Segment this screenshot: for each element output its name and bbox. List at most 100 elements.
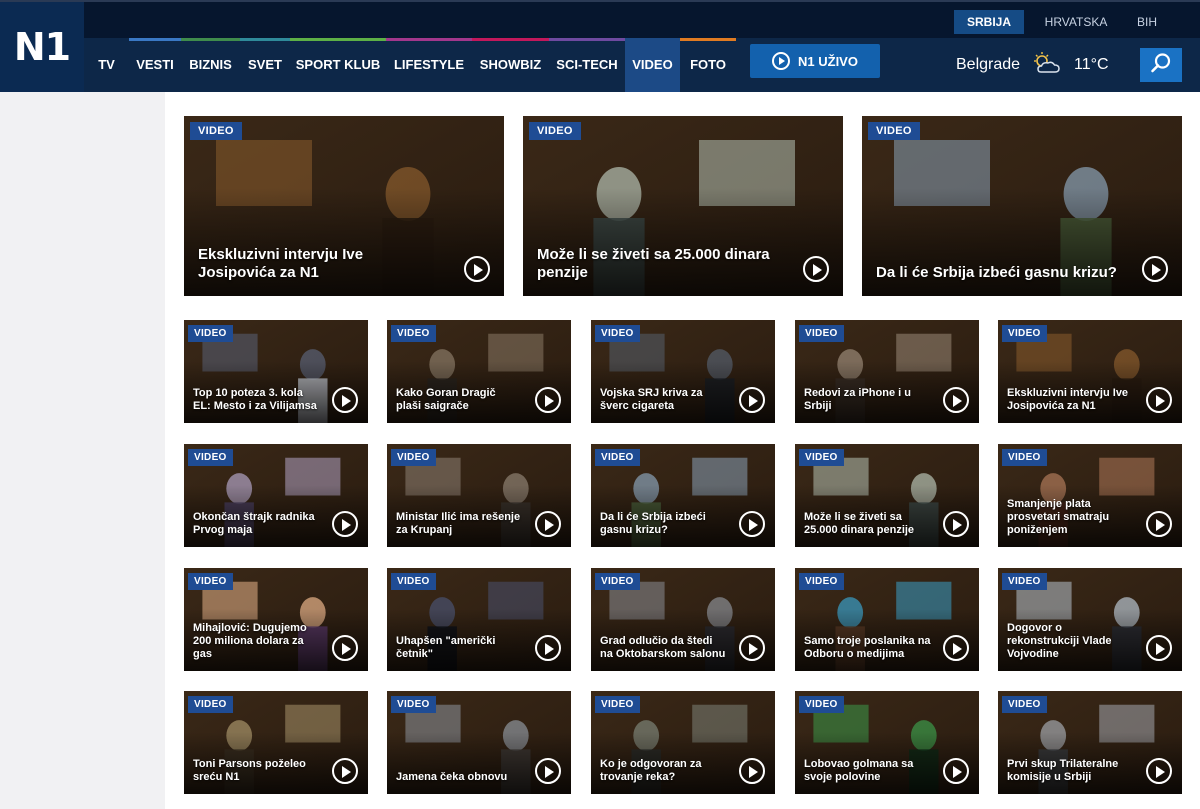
play-icon[interactable]: [535, 387, 561, 413]
search-button[interactable]: [1140, 48, 1182, 82]
video-badge: VIDEO: [1002, 573, 1047, 590]
region-tab-hrvatska[interactable]: HRVATSKA: [1034, 10, 1118, 34]
video-badge: VIDEO: [1002, 696, 1047, 713]
video-card[interactable]: VIDEO Dogovor o rekonstrukciji Vlade Vojv…: [998, 568, 1182, 671]
play-icon[interactable]: [332, 635, 358, 661]
video-card[interactable]: VIDEO Okončan štrajk radnika Prvog maja: [184, 444, 368, 547]
region-tab-bih[interactable]: BIH: [1124, 10, 1170, 34]
nav-color-bar: [84, 38, 129, 41]
video-title[interactable]: Ministar Ilić ima rešenje za Krupanj: [396, 511, 523, 537]
play-icon[interactable]: [464, 256, 490, 282]
video-card[interactable]: VIDEO Prvi skup Trilateralne komisije u S…: [998, 691, 1182, 794]
video-card[interactable]: VIDEO Redovi za iPhone i u Srbiji: [795, 320, 979, 423]
video-card[interactable]: VIDEO Ko je odgovoran za trovanje reka?: [591, 691, 775, 794]
search-icon: [1150, 52, 1172, 79]
nav-item-sport-klub[interactable]: SPORT KLUB: [290, 38, 386, 92]
video-title[interactable]: Samo troje poslanika na Odboru o medijim…: [804, 635, 931, 661]
play-icon[interactable]: [1146, 511, 1172, 537]
video-badge: VIDEO: [188, 696, 233, 713]
video-title[interactable]: Prvi skup Trilateralne komisije u Srbiji: [1007, 758, 1134, 784]
video-badge: VIDEO: [529, 122, 581, 140]
video-card[interactable]: VIDEO Kako Goran Dragič plaši saigrače: [387, 320, 571, 423]
nav-item-lifestyle[interactable]: LIFESTYLE: [386, 38, 472, 92]
video-card[interactable]: VIDEO Vojska SRJ kriva za šverc cigareta: [591, 320, 775, 423]
video-title[interactable]: Da li će Srbija izbeći gasnu krizu?: [876, 264, 1122, 282]
video-title[interactable]: Uhapšen "američki četnik": [396, 635, 523, 661]
video-title[interactable]: Lobovao golmana sa svoje polovine: [804, 758, 931, 784]
nav-item-foto[interactable]: FOTO: [680, 38, 736, 92]
video-title[interactable]: Može li se živeti sa 25.000 dinara penzi…: [537, 246, 783, 282]
video-card[interactable]: VIDEO Grad odlučio da štedi na Oktobarsko…: [591, 568, 775, 671]
play-icon[interactable]: [739, 758, 765, 784]
video-card[interactable]: VIDEO Da li će Srbija izbeći gasnu krizu?: [591, 444, 775, 547]
play-icon[interactable]: [535, 511, 561, 537]
play-icon[interactable]: [943, 387, 969, 413]
video-card[interactable]: VIDEO Smanjenje plata prosvetari smatraju…: [998, 444, 1182, 547]
featured-video-card[interactable]: VIDEO Ekskluzivni intervju Ive Josipovića…: [184, 116, 504, 296]
nav-color-bar: [181, 38, 240, 41]
nav-item-vesti[interactable]: VESTI: [129, 38, 181, 92]
region-tab-srbija[interactable]: SRBIJA: [954, 10, 1024, 34]
video-title[interactable]: Okončan štrajk radnika Prvog maja: [193, 511, 320, 537]
video-badge: VIDEO: [799, 696, 844, 713]
play-icon[interactable]: [943, 758, 969, 784]
nav-item-tv[interactable]: TV: [84, 38, 129, 92]
video-badge: VIDEO: [1002, 449, 1047, 466]
video-title[interactable]: Mihajlović: Dugujemo 200 miliona dolara …: [193, 622, 320, 661]
video-card[interactable]: VIDEO Ministar Ilić ima rešenje za Krupan…: [387, 444, 571, 547]
video-card[interactable]: VIDEO Toni Parsons poželeo sreću N1: [184, 691, 368, 794]
play-icon[interactable]: [803, 256, 829, 282]
play-icon[interactable]: [535, 635, 561, 661]
nav-item-svet[interactable]: SVET: [240, 38, 290, 92]
play-icon[interactable]: [332, 758, 358, 784]
nav-item-biznis[interactable]: BIZNIS: [181, 38, 240, 92]
video-title[interactable]: Smanjenje plata prosvetari smatraju poni…: [1007, 498, 1134, 537]
play-icon[interactable]: [943, 635, 969, 661]
weather-city: Belgrade: [956, 56, 1021, 73]
video-title[interactable]: Grad odlučio da štedi na Oktobarskom sal…: [600, 635, 727, 661]
play-icon[interactable]: [1146, 635, 1172, 661]
play-icon[interactable]: [739, 511, 765, 537]
video-title[interactable]: Može li se živeti sa 25.000 dinara penzi…: [804, 511, 931, 537]
video-badge: VIDEO: [595, 573, 640, 590]
live-button[interactable]: N1 UŽIVO: [750, 44, 880, 78]
video-title[interactable]: Jamena čeka obnovu: [396, 771, 523, 784]
play-icon[interactable]: [739, 635, 765, 661]
video-title[interactable]: Ko je odgovoran za trovanje reka?: [600, 758, 727, 784]
play-icon[interactable]: [943, 511, 969, 537]
video-card[interactable]: VIDEO Samo troje poslanika na Odboru o me…: [795, 568, 979, 671]
video-title[interactable]: Da li će Srbija izbeći gasnu krizu?: [600, 511, 727, 537]
video-card[interactable]: VIDEO Jamena čeka obnovu: [387, 691, 571, 794]
play-icon[interactable]: [535, 758, 561, 784]
video-title[interactable]: Dogovor o rekonstrukciji Vlade Vojvodine: [1007, 622, 1134, 661]
video-card[interactable]: VIDEO Lobovao golmana sa svoje polovine: [795, 691, 979, 794]
n1-logo[interactable]: N1: [0, 2, 84, 92]
video-title[interactable]: Ekskluzivni intervju Ive Josipovića za N…: [1007, 387, 1134, 413]
play-icon[interactable]: [1146, 387, 1172, 413]
play-icon[interactable]: [332, 511, 358, 537]
nav-item-showbiz[interactable]: SHOWBIZ: [472, 38, 549, 92]
play-icon[interactable]: [332, 387, 358, 413]
play-icon[interactable]: [1142, 256, 1168, 282]
video-title[interactable]: Ekskluzivni intervju Ive Josipovića za N…: [198, 246, 444, 282]
video-card[interactable]: VIDEO Uhapšen "američki četnik": [387, 568, 571, 671]
video-card[interactable]: VIDEO Može li se živeti sa 25.000 dinara …: [795, 444, 979, 547]
play-icon[interactable]: [1146, 758, 1172, 784]
main-nav: TV VESTI BIZNIS SVET SPORT KLUB LIFESTYLE SHOW…: [84, 38, 1200, 92]
nav-item-sci-tech[interactable]: SCI-TECH: [549, 38, 625, 92]
video-card[interactable]: VIDEO Ekskluzivni intervju Ive Josipovića…: [998, 320, 1182, 423]
video-title[interactable]: Toni Parsons poželeo sreću N1: [193, 758, 320, 784]
video-title[interactable]: Kako Goran Dragič plaši saigrače: [396, 387, 523, 413]
nav-item-video[interactable]: VIDEO: [625, 38, 680, 92]
video-title[interactable]: Vojska SRJ kriva za šverc cigareta: [600, 387, 727, 413]
video-title[interactable]: Redovi za iPhone i u Srbiji: [804, 387, 931, 413]
nav-color-bar: [386, 38, 472, 41]
video-card[interactable]: VIDEO Top 10 poteza 3. kola EL: Mesto i z…: [184, 320, 368, 423]
video-title[interactable]: Top 10 poteza 3. kola EL: Mesto i za Vil…: [193, 387, 320, 413]
play-icon[interactable]: [739, 387, 765, 413]
nav-color-bar: [680, 38, 736, 41]
featured-video-card[interactable]: VIDEO Da li će Srbija izbeći gasnu krizu?: [862, 116, 1182, 296]
video-card[interactable]: VIDEO Mihajlović: Dugujemo 200 miliona do…: [184, 568, 368, 671]
featured-video-card[interactable]: VIDEO Može li se živeti sa 25.000 dinara …: [523, 116, 843, 296]
video-badge: VIDEO: [391, 449, 436, 466]
